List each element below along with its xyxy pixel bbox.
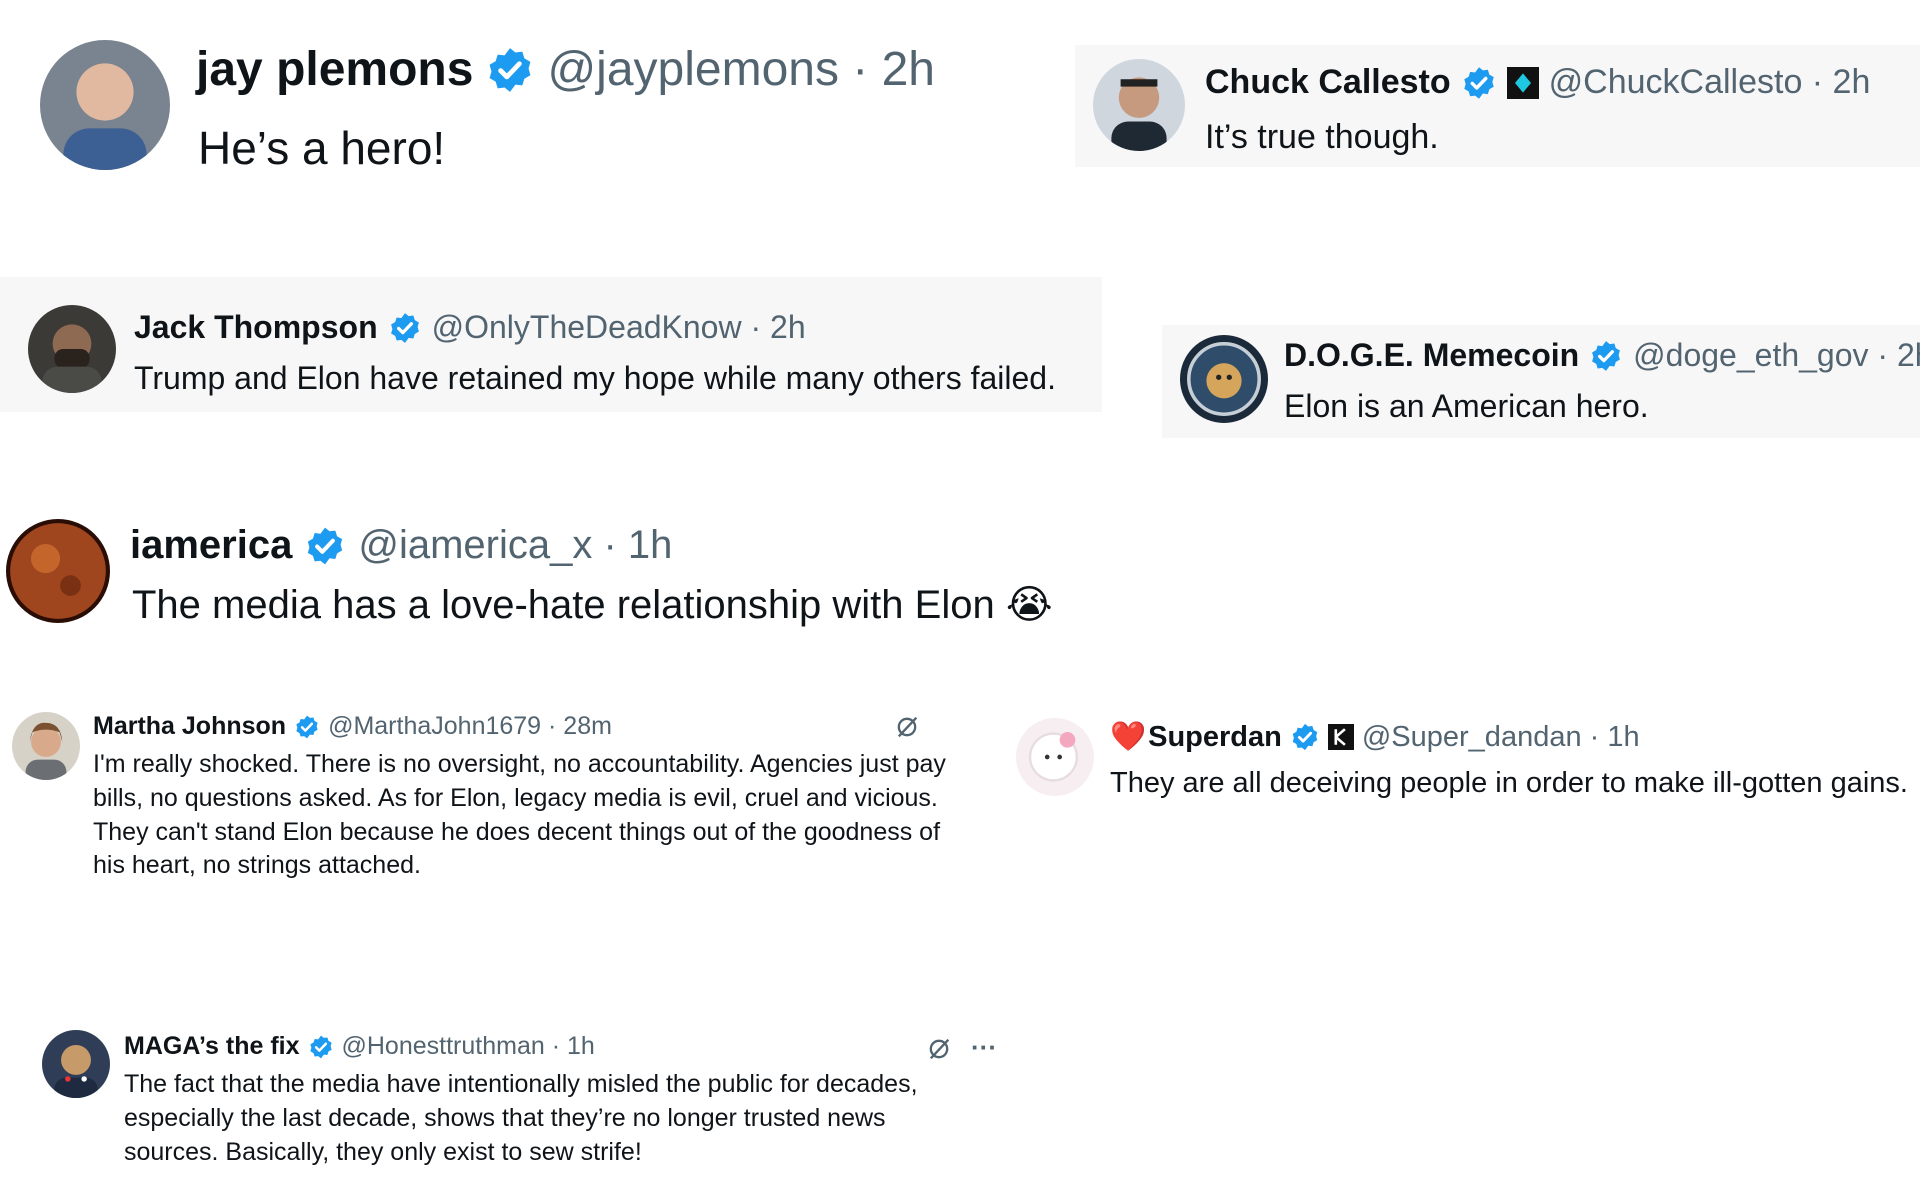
avatar[interactable] — [1093, 59, 1185, 151]
avatar[interactable] — [6, 519, 110, 623]
author-name[interactable]: Superdan — [1148, 721, 1282, 754]
author-name[interactable]: Jack Thompson — [134, 309, 378, 346]
post-card[interactable]: Chuck Callesto @ChuckCallesto · 2h It’s … — [1075, 45, 1920, 167]
verified-badge-icon — [308, 1034, 334, 1060]
post-card[interactable]: iamerica @iamerica_x · 1h The media has … — [0, 505, 1100, 640]
author-handle[interactable]: @jayplemons · 2h — [547, 42, 935, 97]
post-text: Elon is an American hero. — [1284, 388, 1649, 424]
avatar[interactable] — [40, 40, 170, 170]
author-name[interactable]: MAGA’s the fix — [124, 1032, 300, 1061]
author-name[interactable]: jay plemons — [196, 42, 473, 97]
crying-emoji-icon: 😭 — [1005, 583, 1053, 627]
verified-badge-icon — [1461, 65, 1497, 101]
author-handle[interactable]: @OnlyTheDeadKnow · 2h — [432, 309, 806, 346]
author-handle[interactable]: @ChuckCallesto · 2h — [1549, 63, 1871, 102]
post-text: It’s true though. — [1205, 118, 1439, 156]
author-name[interactable]: D.O.G.E. Memecoin — [1284, 337, 1579, 374]
affiliate-badge-icon — [1506, 66, 1539, 99]
more-icon[interactable]: ··· — [966, 1030, 1002, 1064]
post-text: They are all deceiving people in order t… — [1110, 767, 1908, 799]
post-body: The media has a love-hate relationship w… — [132, 579, 1053, 632]
post-text: Trump and Elon have retained my hope whi… — [134, 360, 1056, 396]
post-card[interactable]: Martha Johnson @MarthaJohn1679 · 28m I'm… — [0, 700, 960, 900]
grok-slash-icon[interactable] — [890, 710, 924, 744]
author-name[interactable]: Chuck Callesto — [1205, 63, 1451, 102]
post-text: The media has a love-hate relationship w… — [132, 583, 995, 627]
author-name[interactable]: Martha Johnson — [93, 712, 286, 741]
verified-badge-icon — [304, 525, 346, 567]
post-text: I'm really shocked. There is no oversigh… — [93, 750, 946, 880]
post-card[interactable]: Jack Thompson @OnlyTheDeadKnow · 2h Trum… — [0, 277, 1102, 412]
author-handle[interactable]: @doge_eth_gov · 2h — [1633, 337, 1920, 374]
author-handle[interactable]: @Honesttruthman · 1h — [342, 1032, 595, 1061]
post-card[interactable]: jay plemons @jayplemons · 2h He’s a hero… — [0, 20, 1060, 190]
verified-badge-icon — [485, 45, 535, 95]
post-text: He’s a hero! — [198, 122, 446, 174]
avatar[interactable] — [12, 712, 80, 780]
affiliate-badge-icon — [1327, 724, 1354, 750]
post-card[interactable]: MAGA’s the fix @Honesttruthman · 1h ··· … — [0, 1020, 1020, 1195]
heart-icon: ❤️ — [1110, 721, 1147, 753]
grok-slash-icon[interactable] — [922, 1032, 956, 1066]
verified-badge-icon — [388, 311, 422, 345]
author-handle[interactable]: @Super_dandan · 1h — [1362, 721, 1640, 754]
author-handle[interactable]: @iamerica_x · 1h — [358, 523, 672, 568]
author-name[interactable]: iamerica — [130, 523, 292, 568]
avatar[interactable] — [1180, 335, 1268, 423]
avatar[interactable] — [28, 305, 116, 393]
author-handle[interactable]: @MarthaJohn1679 · 28m — [328, 712, 612, 741]
post-text: The fact that the media have intentional… — [124, 1070, 918, 1166]
avatar[interactable] — [42, 1030, 110, 1098]
verified-badge-icon — [294, 714, 320, 740]
verified-badge-icon — [1589, 339, 1623, 373]
post-card[interactable]: D.O.G.E. Memecoin @doge_eth_gov · 2h Elo… — [1162, 325, 1920, 438]
avatar[interactable] — [1016, 718, 1094, 796]
verified-badge-icon — [1290, 722, 1320, 752]
post-card[interactable]: ❤️ Superdan @Super_dandan · 1h They are … — [1012, 710, 1920, 810]
